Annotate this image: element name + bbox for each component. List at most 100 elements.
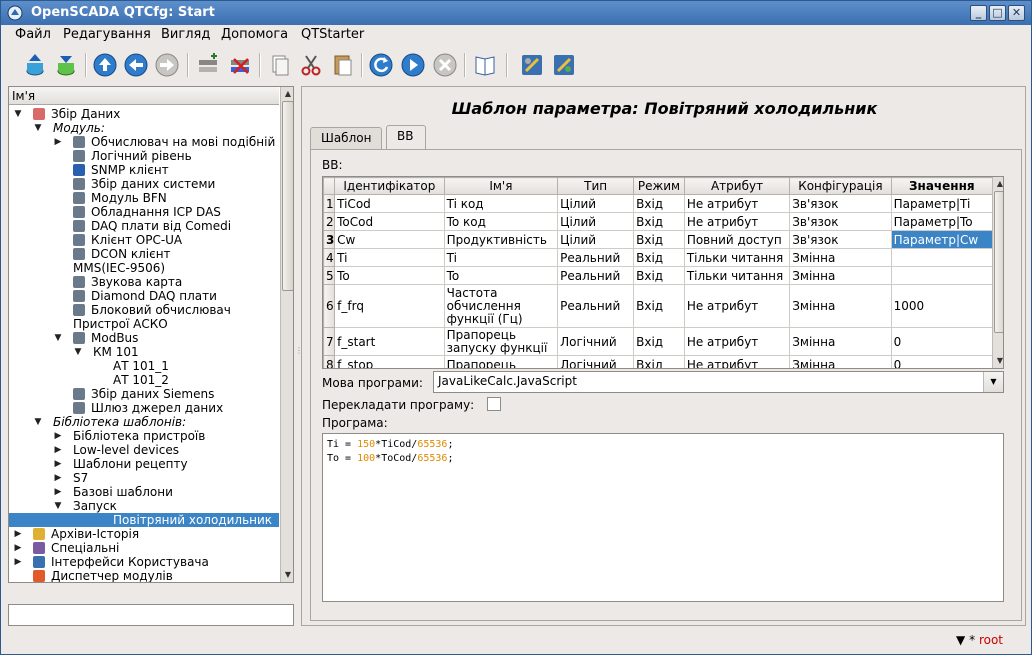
column-header[interactable]: Тип — [557, 177, 635, 195]
table-row[interactable]: 8 f_stop Прапорець Логічний Вхід Не атрибут Зм… — [323, 355, 994, 368]
table-scroll-up-icon[interactable]: ▲ — [994, 178, 1003, 190]
table-row[interactable]: 5 To To Реальний Вхід Тільки читання Змінна — [323, 266, 994, 285]
tree-item[interactable]: Повітряний холодильник — [9, 513, 279, 527]
expand-right-icon[interactable]: ▶ — [53, 471, 63, 485]
tree-item[interactable]: АТ 101_1 — [9, 359, 279, 373]
minimize-button[interactable]: _ — [970, 5, 987, 21]
tree-item[interactable]: Збір даних Siemens — [9, 387, 279, 401]
tree-item[interactable]: ▶ Інтерфейси Користувача — [9, 555, 279, 569]
tree-item[interactable]: ▶ Архіви-Історія — [9, 527, 279, 541]
table-cell[interactable]: Реальний — [557, 284, 635, 328]
expand-right-icon[interactable]: ▶ — [13, 555, 23, 569]
table-cell[interactable]: Цілий — [557, 212, 635, 231]
expand-right-icon[interactable]: ▶ — [53, 485, 63, 499]
tree-item[interactable]: АТ 101_2 — [9, 373, 279, 387]
start-icon[interactable] — [399, 51, 427, 79]
tree-item[interactable]: Клієнт OPC-UA — [9, 233, 279, 247]
table-cell[interactable]: Не атрибут — [683, 327, 791, 356]
table-cell[interactable]: Реальний — [557, 266, 635, 285]
stop-icon[interactable] — [431, 51, 459, 79]
expand-right-icon[interactable]: ▶ — [13, 527, 23, 541]
db-save-icon[interactable] — [52, 51, 80, 79]
table-cell[interactable]: Повний доступ — [683, 230, 791, 249]
tree-item[interactable]: Блоковий обчислювач — [9, 303, 279, 317]
tree-item[interactable]: ▼ Запуск — [9, 499, 279, 513]
table-row[interactable]: 7 f_start Прапорець запуску функції Логічни… — [323, 327, 994, 356]
tree-item[interactable]: Диспетчер модулів — [9, 569, 279, 582]
refresh-icon[interactable] — [367, 51, 395, 79]
forward-icon[interactable] — [153, 51, 181, 79]
tree-item[interactable]: Логічний рівень — [9, 149, 279, 163]
table-cell[interactable]: Логічний — [557, 355, 635, 368]
lang-select[interactable]: JavaLikeCalc.JavaScript ▼ — [433, 371, 1004, 393]
expand-right-icon[interactable]: ▶ — [53, 443, 63, 457]
table-cell[interactable]: Змінна — [789, 248, 892, 267]
expand-right-icon[interactable]: ▶ — [13, 541, 23, 555]
menu-help[interactable]: Допомога — [221, 27, 288, 42]
tree-item[interactable]: Збір даних системи — [9, 177, 279, 191]
table-cell[interactable]: Частота обчислення функції (Гц) — [443, 284, 559, 328]
maximize-button[interactable]: □ — [989, 5, 1006, 21]
tree-item[interactable]: ▼ Збір Даних — [9, 107, 279, 121]
expand-right-icon[interactable]: ▶ — [53, 457, 63, 471]
table-cell[interactable]: To — [443, 266, 559, 285]
table-scrollbar[interactable]: ▲ ▼ — [992, 177, 1003, 368]
table-cell[interactable]: 0 — [890, 327, 994, 356]
table-cell[interactable]: 0 — [890, 355, 994, 368]
table-row[interactable]: 3 Cw Продуктивність Цілий Вхід Повний доступ З… — [323, 230, 994, 249]
table-cell[interactable]: Цілий — [557, 230, 635, 249]
menu-view[interactable]: Вигляд — [161, 27, 210, 42]
table-cell[interactable]: Cw — [334, 230, 445, 249]
expand-down-icon[interactable]: ▼ — [53, 331, 63, 345]
table-cell[interactable]: Вхід — [633, 355, 685, 368]
table-cell[interactable]: Вхід — [633, 248, 685, 267]
tab-io[interactable]: ВВ — [386, 125, 426, 149]
manual-icon[interactable] — [471, 51, 499, 79]
expand-down-icon[interactable]: ▼ — [33, 415, 43, 429]
table-cell[interactable]: Вхід — [633, 194, 685, 213]
paste-icon[interactable] — [329, 51, 357, 79]
user-name[interactable]: root — [979, 633, 1003, 647]
add-item-icon[interactable] — [194, 51, 222, 79]
program-editor[interactable]: Ti = 150*TiCod/65536; To = 100*ToCod/6553… — [322, 433, 1004, 602]
menu-qtstarter[interactable]: QTStarter — [301, 27, 364, 42]
column-header[interactable]: Атрибут — [683, 177, 791, 195]
table-cell[interactable]: TiCod — [334, 194, 445, 213]
table-cell[interactable]: To — [334, 266, 445, 285]
copy-icon[interactable] — [266, 51, 294, 79]
tree-item[interactable]: MMS(IEC-9506) — [9, 261, 279, 275]
expand-down-icon[interactable]: ▼ — [53, 499, 63, 513]
table-cell[interactable]: f_stop — [334, 355, 445, 368]
table-cell[interactable]: Ti код — [443, 194, 559, 213]
table-cell[interactable]: Змінна — [789, 284, 892, 328]
tree-item[interactable]: ▶ Спеціальні — [9, 541, 279, 555]
tree-item[interactable]: ▼ КМ 101 — [9, 345, 279, 359]
table-cell[interactable]: Вхід — [633, 212, 685, 231]
table-scroll-thumb[interactable] — [994, 191, 1003, 333]
tree-item[interactable]: DAQ плати від Comedi — [9, 219, 279, 233]
tree-scrollbar[interactable]: ▲ ▼ — [280, 87, 293, 582]
table-cell[interactable]: Прапорець запуску функції — [443, 327, 559, 356]
close-button[interactable]: ✕ — [1008, 5, 1025, 21]
table-cell[interactable]: Продуктивність — [443, 230, 559, 249]
status-input[interactable] — [8, 604, 294, 626]
table-cell[interactable] — [890, 248, 994, 267]
table-cell[interactable]: Ti — [443, 248, 559, 267]
expand-right-icon[interactable]: ▶ — [53, 135, 63, 149]
table-cell[interactable]: ToCod — [334, 212, 445, 231]
table-cell[interactable]: Змінна — [789, 355, 892, 368]
dropdown-arrow-icon[interactable]: ▼ — [983, 372, 1003, 392]
table-scroll-down-icon[interactable]: ▼ — [994, 355, 1003, 367]
table-cell[interactable]: Змінна — [789, 266, 892, 285]
table-cell[interactable]: Ti — [334, 248, 445, 267]
table-cell[interactable]: f_frq — [334, 284, 445, 328]
tree-item[interactable]: Звукова карта — [9, 275, 279, 289]
column-header[interactable] — [323, 177, 336, 195]
table-cell[interactable]: Не атрибут — [683, 194, 791, 213]
menu-file[interactable]: Файл — [15, 27, 51, 42]
tree-item[interactable]: Шлюз джерел даних — [9, 401, 279, 415]
table-row[interactable]: 6 f_frq Частота обчислення функції (Гц) Реа… — [323, 284, 994, 328]
scroll-up-icon[interactable]: ▲ — [282, 88, 293, 100]
tree-item[interactable]: SNMP клієнт — [9, 163, 279, 177]
table-cell[interactable]: Параметр|Ti — [890, 194, 994, 213]
